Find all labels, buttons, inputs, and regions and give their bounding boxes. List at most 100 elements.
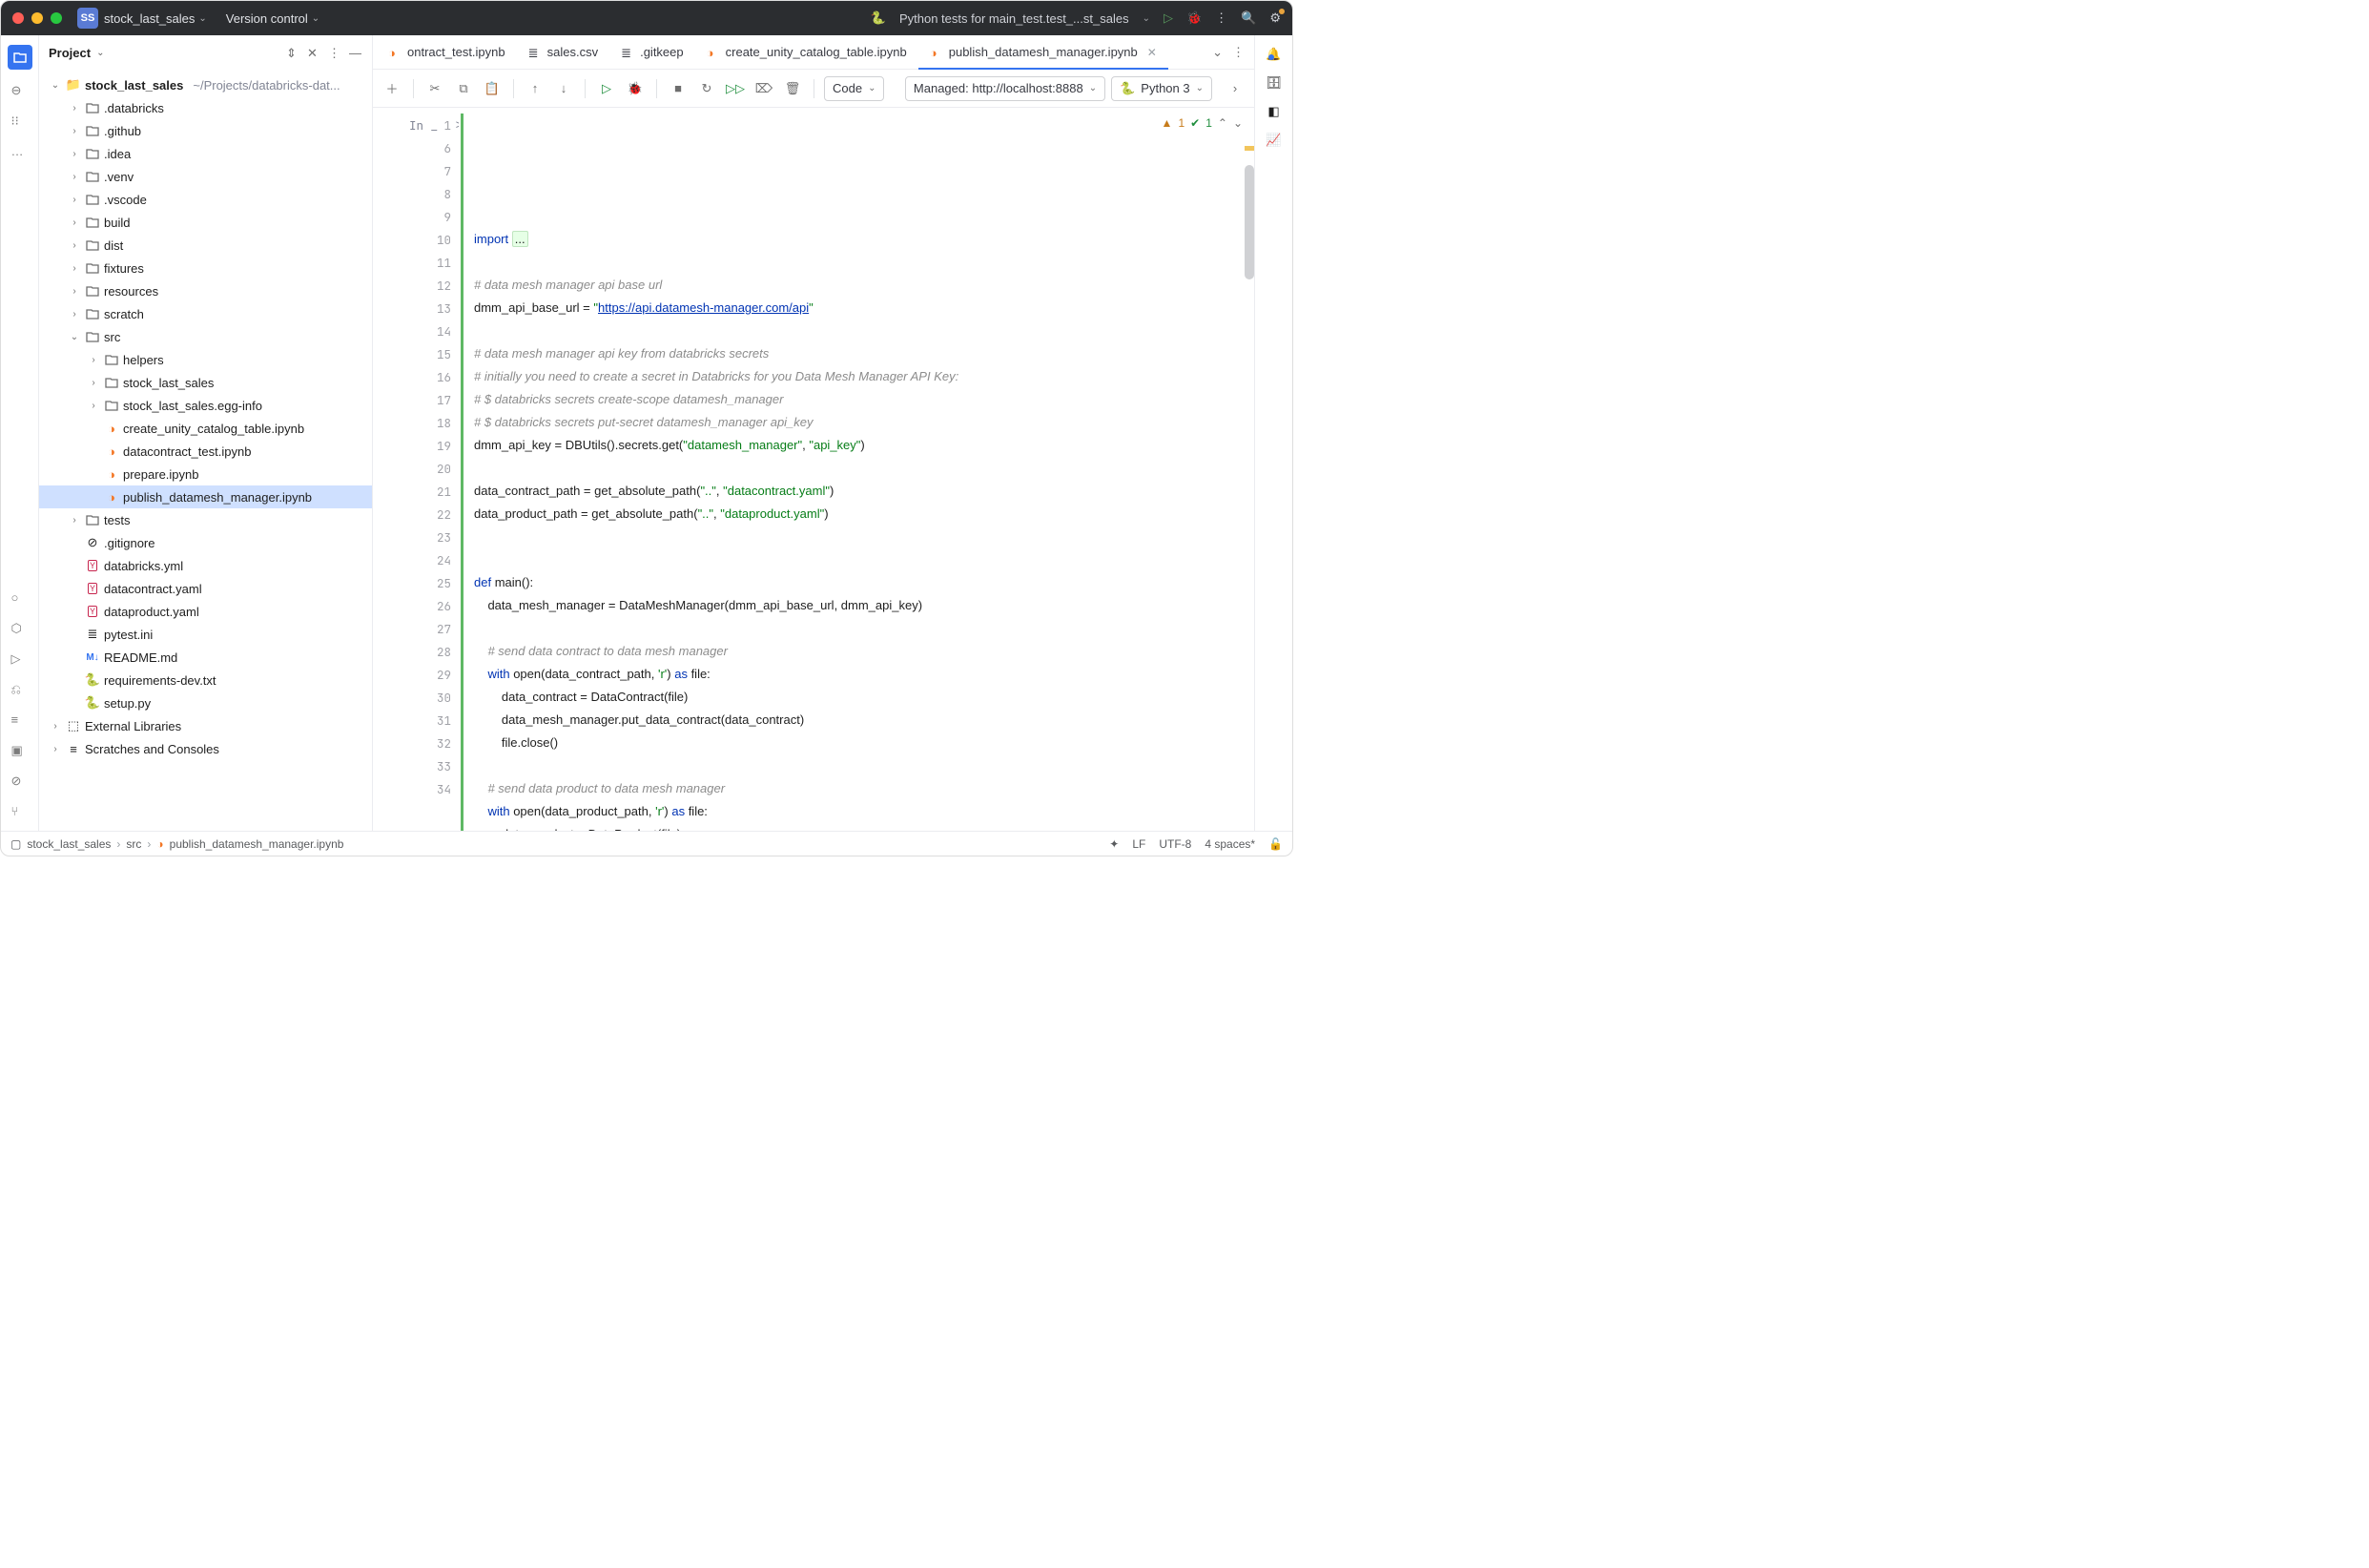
chevron-right-icon[interactable]: › bbox=[68, 240, 81, 251]
tree-row[interactable]: ≣pytest.ini bbox=[39, 623, 372, 646]
tree-row[interactable]: ›stock_last_sales bbox=[39, 371, 372, 394]
tree-row[interactable]: ›.idea bbox=[39, 142, 372, 165]
breadcrumb-segment[interactable]: src bbox=[126, 837, 141, 851]
add-cell-button[interactable]: ＋ bbox=[381, 77, 403, 100]
tree-row[interactable]: ›≡Scratches and Consoles bbox=[39, 737, 372, 760]
zoom-window-button[interactable] bbox=[51, 12, 62, 24]
run-cell-button[interactable]: ▷ bbox=[595, 77, 618, 100]
run-all-button[interactable]: ▷▷ bbox=[724, 77, 747, 100]
chevron-right-icon[interactable]: › bbox=[68, 126, 81, 136]
tree-root[interactable]: ⌄ 📁 stock_last_sales ~/Projects/databric… bbox=[39, 73, 372, 96]
chevron-right-icon[interactable]: › bbox=[68, 263, 81, 274]
tree-row[interactable]: 🐍requirements-dev.txt bbox=[39, 669, 372, 691]
code-editor[interactable]: 1In _>6789101112131415161718192021222324… bbox=[373, 108, 1254, 831]
debug-cell-button[interactable]: 🐞 bbox=[624, 77, 647, 100]
git-tool-button[interactable]: ⎌ bbox=[11, 682, 29, 699]
tree-row[interactable]: ›build bbox=[39, 211, 372, 234]
restart-button[interactable]: ↻ bbox=[695, 77, 718, 100]
editor-tab[interactable]: ◑create_unity_catalog_table.ipynb bbox=[695, 35, 918, 70]
chevron-down-icon[interactable]: ⌄ bbox=[68, 332, 81, 342]
editor-tab[interactable]: ≣.gitkeep bbox=[609, 35, 695, 70]
breadcrumb-segment[interactable]: stock_last_sales bbox=[27, 837, 111, 851]
tree-row[interactable]: ›dist bbox=[39, 234, 372, 257]
more-actions-button[interactable]: ⋮ bbox=[1215, 10, 1227, 26]
tree-row[interactable]: ›.databricks bbox=[39, 96, 372, 119]
tree-row[interactable]: ›.vscode bbox=[39, 188, 372, 211]
chevron-up-icon[interactable]: ⌃ bbox=[1218, 112, 1227, 134]
tree-row[interactable]: ◑datacontract_test.ipynb bbox=[39, 440, 372, 463]
chevron-right-icon[interactable]: › bbox=[68, 286, 81, 297]
run-config-selector[interactable]: Python tests for main_test.test_...st_sa… bbox=[899, 11, 1129, 26]
tree-row[interactable]: ⊘.gitignore bbox=[39, 531, 372, 554]
chevron-right-icon[interactable]: › bbox=[68, 103, 81, 113]
panel-options-button[interactable]: ⋮ bbox=[328, 46, 341, 59]
problems-tool-button[interactable]: ⊘ bbox=[11, 774, 29, 791]
move-down-button[interactable]: ↓ bbox=[552, 77, 575, 100]
databricks-tool-button[interactable]: ◧ bbox=[1267, 104, 1279, 119]
clear-output-button[interactable]: ⌦ bbox=[752, 77, 775, 100]
database-tool-button[interactable]: 🗄 bbox=[1266, 75, 1282, 91]
line-ending-widget[interactable]: LF bbox=[1132, 837, 1145, 851]
project-tree[interactable]: ⌄ 📁 stock_last_sales ~/Projects/databric… bbox=[39, 70, 372, 831]
tree-row[interactable]: 🐍setup.py bbox=[39, 691, 372, 714]
hide-panel-button[interactable]: — bbox=[349, 46, 362, 59]
chevron-down-icon[interactable]: ⌄ bbox=[49, 80, 62, 91]
tree-row[interactable]: Ydatabricks.yml bbox=[39, 554, 372, 577]
chevron-right-icon[interactable]: › bbox=[87, 378, 100, 388]
copy-button[interactable]: ⧉ bbox=[452, 77, 475, 100]
project-switcher[interactable]: stock_last_sales⌄ bbox=[104, 11, 207, 26]
more-toolbar-button[interactable]: › bbox=[1224, 77, 1246, 100]
error-stripe-mark[interactable] bbox=[1245, 146, 1254, 151]
jupyter-server-dropdown[interactable]: Managed: http://localhost:8888⌄ bbox=[905, 76, 1105, 101]
tree-row[interactable]: ›fixtures bbox=[39, 257, 372, 279]
vcs-widget[interactable]: Version control⌄ bbox=[226, 11, 319, 26]
readonly-indicator[interactable]: 🔓 bbox=[1268, 837, 1283, 851]
services-tool-button[interactable]: ≡ bbox=[11, 712, 29, 730]
chevron-right-icon[interactable]: › bbox=[87, 355, 100, 365]
delete-cell-button[interactable]: 🗑 bbox=[781, 77, 804, 100]
cell-type-dropdown[interactable]: Code⌄ bbox=[824, 76, 884, 101]
chevron-down-icon[interactable]: ⌄ bbox=[1233, 112, 1243, 134]
move-up-button[interactable]: ↑ bbox=[524, 77, 546, 100]
chevron-right-icon[interactable]: › bbox=[68, 195, 81, 205]
tree-row[interactable]: ›⬚External Libraries bbox=[39, 714, 372, 737]
minimize-window-button[interactable] bbox=[31, 12, 43, 24]
cut-button[interactable]: ✂ bbox=[423, 77, 446, 100]
chevron-right-icon[interactable]: › bbox=[49, 744, 62, 754]
chevron-down-icon[interactable]: ⌄ bbox=[96, 48, 104, 58]
tree-row[interactable]: ⌄src bbox=[39, 325, 372, 348]
editor-tab[interactable]: ◑ontract_test.ipynb bbox=[377, 35, 517, 70]
ai-assistant-button[interactable]: ✦ bbox=[1109, 837, 1119, 851]
structure-tool-button[interactable]: ⁝⁝ bbox=[11, 113, 29, 131]
expand-all-button[interactable]: ✕ bbox=[307, 46, 320, 59]
code-content[interactable]: ▲1 ✔1 ⌃ ⌄ import ...# data mesh manager … bbox=[466, 108, 1254, 831]
python-console-button[interactable]: ⬡ bbox=[11, 621, 29, 638]
notifications-button[interactable]: 🔔 bbox=[1266, 47, 1281, 62]
project-tool-button[interactable] bbox=[8, 45, 32, 70]
scrollbar-thumb[interactable] bbox=[1245, 165, 1254, 279]
settings-button[interactable]: ⚙ bbox=[1269, 10, 1281, 26]
close-tab-button[interactable]: ✕ bbox=[1147, 46, 1157, 59]
chevron-right-icon[interactable]: › bbox=[87, 401, 100, 411]
tree-row[interactable]: ›tests bbox=[39, 508, 372, 531]
tree-row[interactable]: ›.github bbox=[39, 119, 372, 142]
python-packages-button[interactable]: ○ bbox=[11, 590, 29, 608]
chevron-right-icon[interactable]: › bbox=[49, 721, 62, 732]
search-everywhere-button[interactable]: 🔍 bbox=[1241, 10, 1256, 26]
sciview-tool-button[interactable]: 📈 bbox=[1266, 133, 1281, 148]
editor-tab[interactable]: ≣sales.csv bbox=[517, 35, 609, 70]
tree-row[interactable]: ◑create_unity_catalog_table.ipynb bbox=[39, 417, 372, 440]
inspection-widget[interactable]: ▲1 ✔1 ⌃ ⌄ bbox=[1162, 112, 1243, 134]
chevron-right-icon[interactable]: › bbox=[68, 217, 81, 228]
chevron-right-icon[interactable]: › bbox=[68, 149, 81, 159]
paste-button[interactable]: 📋 bbox=[481, 77, 504, 100]
tree-row[interactable]: Ydatacontract.yaml bbox=[39, 577, 372, 600]
chevron-right-icon[interactable]: › bbox=[68, 172, 81, 182]
stop-button[interactable]: ■ bbox=[667, 77, 690, 100]
more-tools-button[interactable]: … bbox=[11, 144, 29, 161]
tree-row[interactable]: ›resources bbox=[39, 279, 372, 302]
run-tool-button[interactable]: ▷ bbox=[11, 651, 29, 669]
interpreter-dropdown[interactable]: 🐍Python 3⌄ bbox=[1111, 76, 1212, 101]
encoding-widget[interactable]: UTF-8 bbox=[1159, 837, 1191, 851]
tree-row[interactable]: Ydataproduct.yaml bbox=[39, 600, 372, 623]
